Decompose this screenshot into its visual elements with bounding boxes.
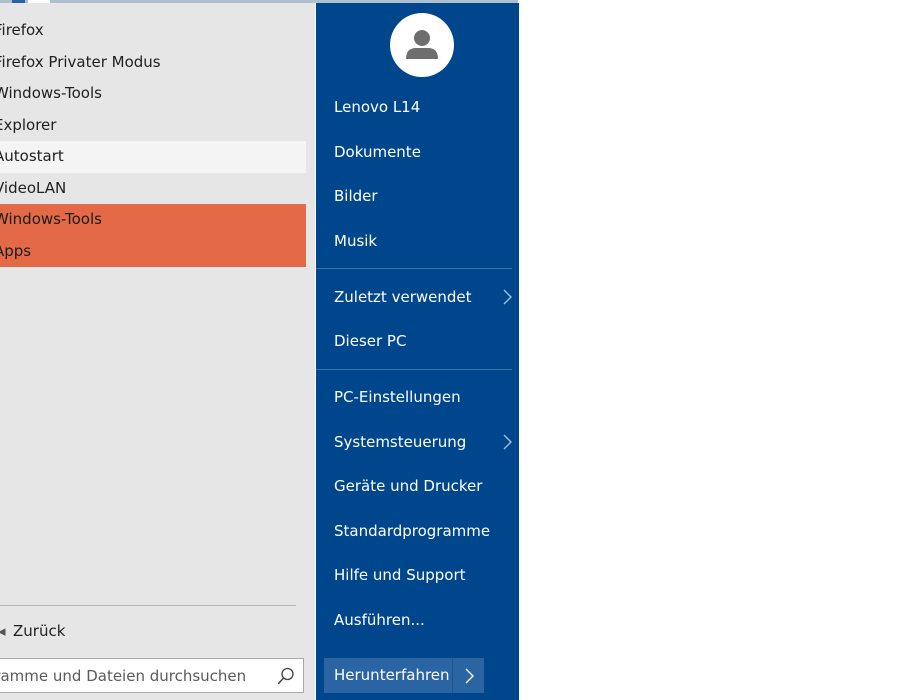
shutdown-button[interactable]: Herunterfahren (324, 658, 452, 693)
menu-item-default-programs[interactable]: Standardprogramme (316, 511, 519, 551)
menu-item-music[interactable]: Musik (316, 221, 519, 261)
menu-item-this-pc[interactable]: Dieser PC (316, 321, 519, 361)
search-input[interactable] (0, 659, 271, 692)
start-menu-screen: Firefox Firefox Privater Modus Windows-T… (0, 0, 900, 700)
back-label: Zurück (13, 622, 66, 640)
menu-item-pictures[interactable]: Bilder (316, 176, 519, 216)
menu-item-pc-settings[interactable]: PC-Einstellungen (316, 377, 519, 417)
program-list: Firefox Firefox Privater Modus Windows-T… (0, 15, 306, 267)
menu-divider (316, 369, 512, 370)
chevron-right-icon (503, 434, 512, 450)
menu-item-recent[interactable]: Zuletzt verwendet (316, 277, 519, 317)
places-pane: Lenovo L14 Dokumente Bilder Musik Zuletz… (316, 3, 519, 700)
menu-item-documents[interactable]: Dokumente (316, 132, 519, 172)
search-icon[interactable] (277, 667, 295, 685)
program-item-apps-selected[interactable]: Apps (0, 235, 306, 267)
menu-item-control-panel[interactable]: Systemsteuerung (316, 422, 519, 462)
menu-item-user-folder[interactable]: Lenovo L14 (316, 87, 519, 127)
program-item-firefox-private[interactable]: Firefox Privater Modus (0, 47, 306, 79)
program-item-windows-tools-selected[interactable]: Windows-Tools (0, 204, 306, 236)
shutdown-options-button[interactable] (452, 658, 484, 693)
user-avatar-icon[interactable] (390, 13, 454, 77)
program-item-windows-tools[interactable]: Windows-Tools (0, 78, 306, 110)
menu-divider (316, 268, 512, 269)
menu-item-help-support[interactable]: Hilfe und Support (316, 555, 519, 595)
chevron-right-icon (503, 289, 512, 305)
programs-pane: Firefox Firefox Privater Modus Windows-T… (0, 3, 315, 700)
menu-item-devices-printers[interactable]: Geräte und Drucker (316, 466, 519, 506)
chevron-right-icon (465, 668, 474, 684)
search-box[interactable] (0, 658, 304, 693)
programs-divider (0, 605, 296, 606)
back-arrow-icon: ◂ (0, 622, 6, 640)
menu-item-run[interactable]: Ausführen... (316, 600, 519, 640)
back-button[interactable]: ◂ Zurück (0, 614, 300, 648)
program-item-videolan[interactable]: VideoLAN (0, 173, 306, 205)
program-item-autostart[interactable]: Autostart (0, 141, 306, 173)
program-item-explorer[interactable]: Explorer (0, 110, 306, 142)
program-item-firefox[interactable]: Firefox (0, 15, 306, 47)
